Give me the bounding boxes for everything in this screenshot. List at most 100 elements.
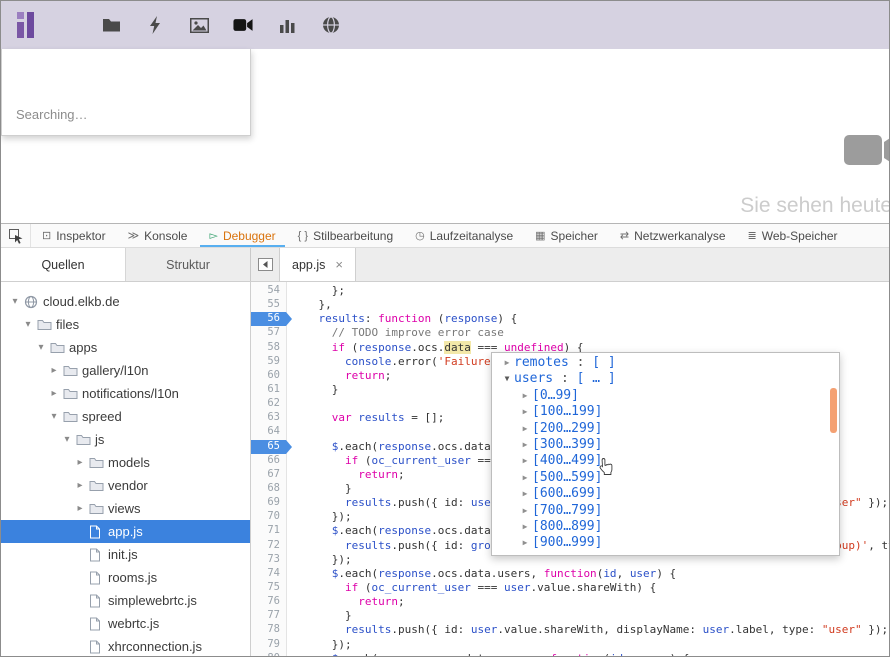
object-node-remotes[interactable]: ▶ remotes : [ ] — [492, 355, 839, 371]
popup-scroll-marker[interactable] — [830, 388, 837, 433]
line-number[interactable]: 54 — [251, 284, 286, 298]
line-number[interactable]: 58 — [251, 341, 286, 355]
chevron-right-icon[interactable]: ▸ — [74, 480, 86, 491]
line-number[interactable]: 71 — [251, 524, 286, 538]
breakpoint-line-number[interactable]: 65 — [251, 439, 292, 454]
expand-arrow-icon[interactable]: ▶ — [500, 355, 514, 371]
expand-arrow-icon[interactable]: ▶ — [518, 453, 532, 469]
devtools-tab-memory[interactable]: ▦ Speicher — [524, 224, 609, 247]
line-number[interactable]: 73 — [251, 553, 286, 567]
tree-item-simplewebrtc-js[interactable]: simplewebrtc.js — [1, 589, 250, 612]
expand-arrow-icon[interactable]: ▶ — [518, 421, 532, 437]
devtools-tab-debugger[interactable]: ▻ Debugger — [198, 224, 286, 247]
expand-arrow-icon[interactable]: ▶ — [518, 503, 532, 519]
line-number[interactable]: 68 — [251, 482, 286, 496]
tree-item-app-js[interactable]: app.js — [1, 520, 250, 543]
element-picker-button[interactable] — [1, 224, 31, 247]
devtools-tab-storage[interactable]: ≣ Web-Speicher — [737, 224, 849, 247]
tree-item-files[interactable]: ▾ files — [1, 313, 250, 336]
line-number[interactable]: 66 — [251, 454, 286, 468]
tree-item-js[interactable]: ▾ js — [1, 428, 250, 451]
line-number[interactable]: 72 — [251, 539, 286, 553]
search-dropdown[interactable]: Searching… — [1, 49, 251, 136]
line-number[interactable]: 80 — [251, 652, 286, 656]
line-number[interactable]: 61 — [251, 383, 286, 397]
expand-arrow-open-icon[interactable]: ▼ — [500, 371, 514, 387]
line-number[interactable]: 69 — [251, 496, 286, 510]
app-logo[interactable] — [17, 11, 41, 39]
chart-icon[interactable] — [277, 15, 297, 35]
line-number[interactable]: 60 — [251, 369, 286, 383]
lightning-icon[interactable] — [145, 15, 165, 35]
tree-item-vendor[interactable]: ▸ vendor — [1, 474, 250, 497]
object-node-300-399[interactable]: ▶ [300…399] — [492, 437, 839, 453]
object-node-700-799[interactable]: ▶ [700…799] — [492, 503, 839, 519]
collapse-panes-button[interactable] — [251, 248, 279, 281]
chevron-right-icon[interactable]: ▸ — [74, 503, 86, 514]
expand-arrow-icon[interactable]: ▶ — [518, 519, 532, 535]
object-node-100-199[interactable]: ▶ [100…199] — [492, 404, 839, 420]
expand-arrow-icon[interactable]: ▶ — [518, 404, 532, 420]
line-number[interactable]: 75 — [251, 581, 286, 595]
chevron-right-icon[interactable]: ▸ — [48, 365, 60, 376]
line-number[interactable]: 62 — [251, 397, 286, 411]
breakpoint-line-number[interactable]: 56 — [251, 312, 292, 327]
devtools-tab-performance[interactable]: ◷ Laufzeitanalyse — [404, 224, 524, 247]
tree-item-xhrconnection-js[interactable]: xhrconnection.js — [1, 635, 250, 656]
chevron-down-icon[interactable]: ▾ — [48, 411, 60, 422]
line-number[interactable]: 57 — [251, 326, 286, 340]
devtools-tab-inspector[interactable]: ⊡ Inspektor — [31, 224, 117, 247]
tree-item-views[interactable]: ▸ views — [1, 497, 250, 520]
editor-gutter[interactable]: 54 55 56 57 58 59 60 61 62 63 64 65 66 67 68 69 70 71 72 73… — [251, 282, 292, 656]
line-number[interactable]: 64 — [251, 425, 286, 439]
pane-tab-quellen[interactable]: Quellen — [1, 248, 126, 281]
line-number[interactable]: 55 — [251, 298, 286, 312]
object-node-500-599[interactable]: ▶ [500…599] — [492, 470, 839, 486]
line-number[interactable]: 74 — [251, 567, 286, 581]
devtools-tab-console[interactable]: ≫ Konsole — [117, 224, 199, 247]
chevron-down-icon[interactable]: ▾ — [22, 319, 34, 330]
tree-item-webrtc-js[interactable]: webrtc.js — [1, 612, 250, 635]
line-number[interactable]: 67 — [251, 468, 286, 482]
tree-item-apps[interactable]: ▾ apps — [1, 336, 250, 359]
expand-arrow-icon[interactable]: ▶ — [518, 388, 532, 404]
object-node-0-99[interactable]: ▶ [0…99] — [492, 388, 839, 404]
chevron-down-icon[interactable]: ▾ — [61, 434, 73, 445]
expand-arrow-icon[interactable]: ▶ — [518, 437, 532, 453]
object-node-users[interactable]: ▼ users : [ … ] — [492, 371, 839, 387]
expand-arrow-icon[interactable]: ▶ — [518, 470, 532, 486]
tree-item-notifications-l10n[interactable]: ▸ notifications/l10n — [1, 382, 250, 405]
line-number[interactable]: 78 — [251, 623, 286, 637]
tree-item-gallery-l10n[interactable]: ▸ gallery/l10n — [1, 359, 250, 382]
source-tab-appjs[interactable]: app.js × — [279, 248, 356, 281]
tree-item-spreed[interactable]: ▾ spreed — [1, 405, 250, 428]
line-number[interactable]: 77 — [251, 609, 286, 623]
object-node-200-299[interactable]: ▶ [200…299] — [492, 421, 839, 437]
chevron-down-icon[interactable]: ▾ — [9, 296, 21, 307]
object-node-800-899[interactable]: ▶ [800…899] — [492, 519, 839, 535]
line-number[interactable]: 79 — [251, 638, 286, 652]
expand-arrow-icon[interactable]: ▶ — [518, 535, 532, 551]
chevron-down-icon[interactable]: ▾ — [35, 342, 47, 353]
object-node-600-699[interactable]: ▶ [600…699] — [492, 486, 839, 502]
devtools-tab-styleeditor[interactable]: { } Stilbearbeitung — [287, 224, 404, 247]
object-node-900-999[interactable]: ▶ [900…999] — [492, 535, 839, 551]
chevron-right-icon[interactable]: ▸ — [74, 457, 86, 468]
expand-arrow-icon[interactable]: ▶ — [518, 486, 532, 502]
tree-item-rooms-js[interactable]: rooms.js — [1, 566, 250, 589]
pane-tab-struktur[interactable]: Struktur — [126, 248, 250, 281]
close-icon[interactable]: × — [335, 257, 343, 272]
line-number[interactable]: 63 — [251, 411, 286, 425]
line-number[interactable]: 70 — [251, 510, 286, 524]
tree-item-cloud-elkb-de[interactable]: ▾ cloud.elkb.de — [1, 290, 250, 313]
devtools-tab-network[interactable]: ⇄ Netzwerkanalyse — [609, 224, 737, 247]
line-number[interactable]: 76 — [251, 595, 286, 609]
folder-icon[interactable] — [101, 15, 121, 35]
camera-icon[interactable] — [233, 15, 253, 35]
chevron-right-icon[interactable]: ▸ — [48, 388, 60, 399]
object-node-400-499[interactable]: ▶ [400…499] — [492, 453, 839, 469]
tree-item-models[interactable]: ▸ models — [1, 451, 250, 474]
tree-item-init-js[interactable]: init.js — [1, 543, 250, 566]
image-icon[interactable] — [189, 15, 209, 35]
line-number[interactable]: 59 — [251, 355, 286, 369]
